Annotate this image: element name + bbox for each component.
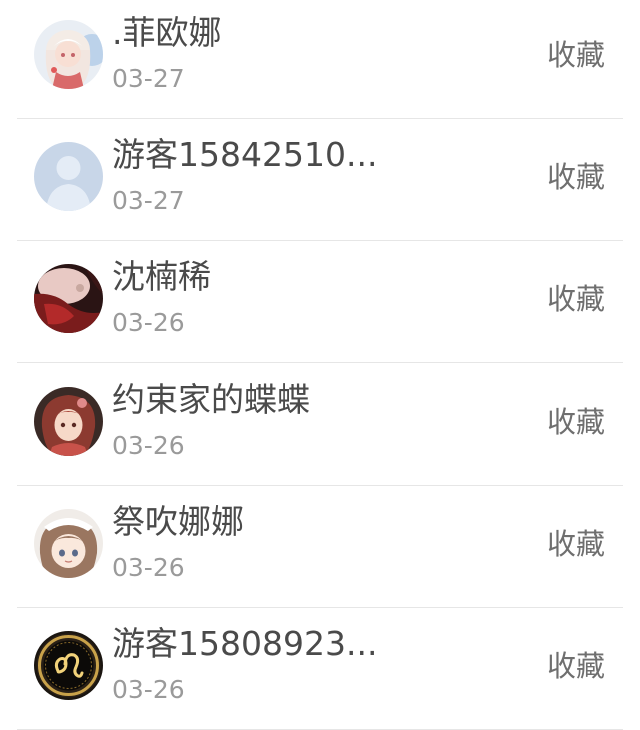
list-item[interactable]: 游客15842510... 03-27 收藏 <box>0 119 640 241</box>
user-name: 约束家的蝶蝶 <box>112 380 310 419</box>
default-user-avatar-icon[interactable] <box>34 142 103 211</box>
anime-girl-avatar-icon[interactable] <box>34 20 103 89</box>
favorite-button[interactable]: 收藏 <box>547 35 605 75</box>
list-item[interactable]: 游客15808923... 03-26 收藏 <box>0 608 640 730</box>
user-name: .菲欧娜 <box>112 13 222 52</box>
user-name: 祭吹娜娜 <box>112 502 244 541</box>
timestamp: 03-27 <box>112 186 185 215</box>
divider <box>17 362 623 363</box>
list-item[interactable]: 约束家的蝶蝶 03-26 收藏 <box>0 364 640 486</box>
timestamp: 03-26 <box>112 308 185 337</box>
timestamp: 03-26 <box>112 675 185 704</box>
timestamp: 03-26 <box>112 553 185 582</box>
list-item[interactable]: 沈楠稀 03-26 收藏 <box>0 241 640 363</box>
user-name: 游客15842510... <box>112 135 378 174</box>
red-haired-girl-avatar-icon[interactable] <box>34 387 103 456</box>
timestamp: 03-26 <box>112 431 185 460</box>
leo-zodiac-avatar-icon[interactable] <box>34 631 103 700</box>
favorite-button[interactable]: 收藏 <box>547 279 605 319</box>
favorite-button[interactable]: 收藏 <box>547 402 605 442</box>
list-item[interactable]: .菲欧娜 03-27 收藏 <box>0 0 640 119</box>
maid-girl-avatar-icon[interactable] <box>34 509 103 578</box>
dark-red-avatar-icon[interactable] <box>34 264 103 333</box>
user-name: 沈楠稀 <box>112 257 211 296</box>
user-list: .菲欧娜 03-27 收藏 游客15842510... 03-27 收藏 沈楠稀… <box>0 0 640 730</box>
favorite-button[interactable]: 收藏 <box>547 157 605 197</box>
favorite-button[interactable]: 收藏 <box>547 524 605 564</box>
timestamp: 03-27 <box>112 64 185 93</box>
favorite-button[interactable]: 收藏 <box>547 646 605 686</box>
user-name: 游客15808923... <box>112 624 378 663</box>
list-item[interactable]: 祭吹娜娜 03-26 收藏 <box>0 486 640 608</box>
